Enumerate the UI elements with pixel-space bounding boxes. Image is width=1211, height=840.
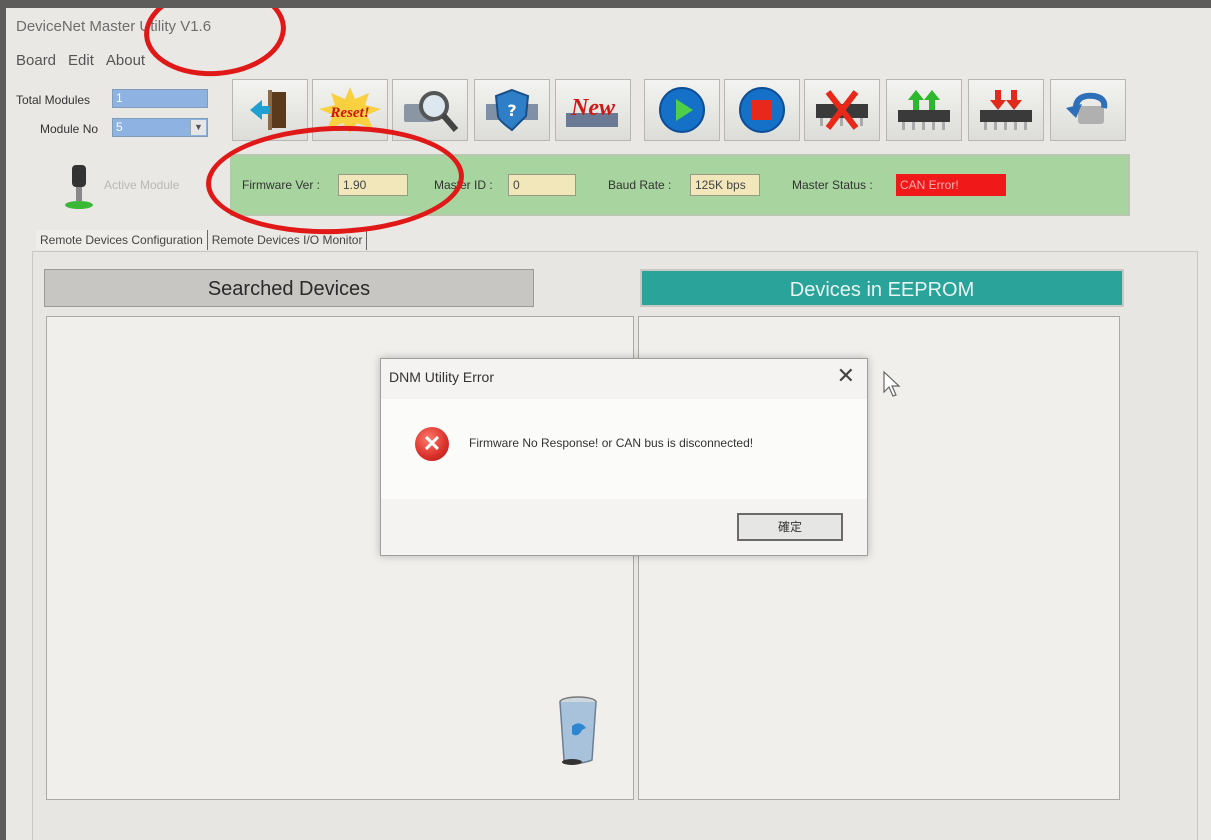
dialog-body: ✕ Firmware No Response! or CAN bus is di… <box>381 399 867 499</box>
trash-bin-icon <box>559 696 597 765</box>
searched-devices-header: Searched Devices <box>44 269 534 307</box>
new-button[interactable]: New <box>555 79 631 141</box>
reset-button[interactable]: Reset! <box>312 79 388 141</box>
svg-text:?: ? <box>507 101 516 120</box>
chevron-down-icon[interactable]: ▼ <box>190 120 206 135</box>
switch-lever-icon <box>65 165 93 209</box>
master-status-label: Master Status : <box>792 178 873 192</box>
new-text: New <box>570 95 616 121</box>
active-module-button[interactable]: Active Module <box>32 155 222 217</box>
chip-upload-icon <box>898 90 950 130</box>
menu-bar: Board Edit About <box>16 52 145 69</box>
error-icon: ✕ <box>415 427 449 461</box>
security-button[interactable]: ? <box>474 79 550 141</box>
master-status-value: CAN Error! <box>896 174 1006 196</box>
active-module-label: Active Module <box>104 178 180 192</box>
menu-board[interactable]: Board <box>16 52 56 69</box>
tab-remote-devices-io-monitor[interactable]: Remote Devices I/O Monitor <box>207 230 368 250</box>
upload-button[interactable] <box>886 79 962 141</box>
chip-remove-icon <box>816 90 868 130</box>
firmware-value: 1.90 <box>338 174 408 196</box>
close-icon[interactable]: ✕ <box>837 363 855 389</box>
download-button[interactable] <box>968 79 1044 141</box>
master-status-panel: Firmware Ver : 1.90 Master ID : 0 Baud R… <box>230 154 1130 216</box>
undo-arrow-icon <box>1066 92 1108 124</box>
master-id-value: 0 <box>508 174 576 196</box>
tab-bar: Remote Devices Configuration Remote Devi… <box>36 230 368 250</box>
total-modules-label: Total Modules <box>16 93 91 107</box>
reset-burst-icon: Reset! <box>319 87 381 133</box>
module-no-value: 5 <box>116 120 123 134</box>
shield-icon: ? <box>486 88 538 132</box>
dialog-title: DNM Utility Error <box>389 369 494 385</box>
eeprom-devices-header: Devices in EEPROM <box>640 269 1124 307</box>
new-icon: New <box>566 95 618 127</box>
tab-remote-devices-configuration[interactable]: Remote Devices Configuration <box>36 230 208 250</box>
firmware-label: Firmware Ver : <box>242 178 321 192</box>
reset-text: Reset! <box>329 105 369 121</box>
master-id-label: Master ID : <box>434 178 493 192</box>
dialog-message: Firmware No Response! or CAN bus is disc… <box>469 436 754 450</box>
module-no-select[interactable]: 5 ▼ <box>112 118 208 137</box>
chip-download-icon <box>980 90 1032 130</box>
play-icon <box>659 87 705 133</box>
menu-edit[interactable]: Edit <box>68 52 94 69</box>
exit-door-icon <box>250 90 286 130</box>
module-no-label: Module No <box>40 122 99 136</box>
search-magnifier-icon <box>404 91 459 132</box>
stop-icon <box>739 87 785 133</box>
undo-button[interactable] <box>1050 79 1126 141</box>
start-button[interactable] <box>644 79 720 141</box>
error-dialog: DNM Utility Error ✕ ✕ Firmware No Respon… <box>380 358 868 556</box>
remove-chip-button[interactable] <box>804 79 880 141</box>
baud-rate-label: Baud Rate : <box>608 178 672 192</box>
window-title: DeviceNet Master Utility V1.6 <box>16 18 212 35</box>
baud-rate-value: 125K bps <box>690 174 760 196</box>
total-modules-field[interactable]: 1 <box>112 89 208 108</box>
application-window: DeviceNet Master Utility V1.6 Board Edit… <box>6 8 1211 840</box>
mouse-cursor-icon <box>883 370 901 397</box>
menu-about[interactable]: About <box>106 52 145 69</box>
exit-button[interactable] <box>232 79 308 141</box>
stop-button[interactable] <box>724 79 800 141</box>
search-button[interactable] <box>392 79 468 141</box>
recycle-bin-button[interactable] <box>558 696 598 773</box>
ok-button[interactable]: 確定 <box>737 513 843 541</box>
